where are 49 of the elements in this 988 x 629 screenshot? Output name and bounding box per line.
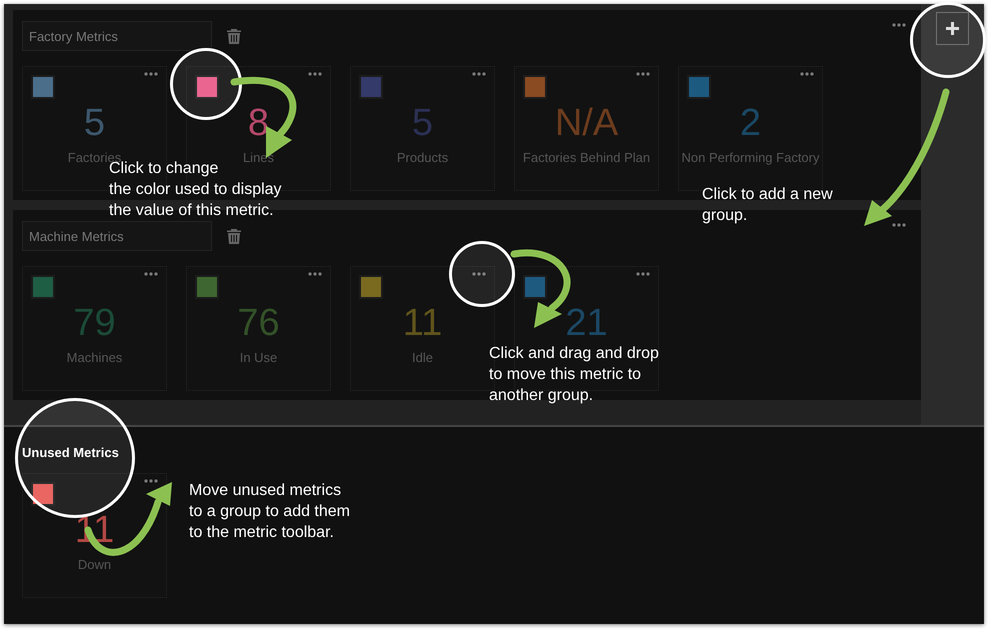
section-title: Unused Metrics (22, 445, 120, 460)
more-icon[interactable] (636, 72, 650, 76)
more-icon[interactable] (472, 272, 486, 276)
trash-icon[interactable] (227, 28, 241, 44)
color-swatch[interactable] (523, 75, 547, 99)
more-icon[interactable] (892, 223, 906, 227)
metric-value: 11 (402, 303, 444, 343)
metric-value: 8 (246, 103, 270, 143)
metric-value: 76 (236, 303, 281, 343)
metric-value: 2 (738, 103, 762, 143)
more-icon[interactable] (308, 72, 322, 76)
plus-icon (946, 22, 959, 35)
group-name-field[interactable]: Factory Metrics (22, 21, 212, 51)
add-group-button[interactable] (936, 12, 969, 45)
color-swatch[interactable] (195, 75, 219, 99)
color-swatch[interactable] (359, 275, 383, 299)
color-swatch[interactable] (523, 275, 547, 299)
callout-text: Move unused metrics to a group to add them to the metric toolbar. (189, 481, 350, 543)
metric-label: In Use (238, 350, 278, 365)
metric-value: N/A (554, 103, 620, 143)
metric-label: Lines (242, 150, 276, 165)
color-swatch[interactable] (31, 75, 55, 99)
more-icon[interactable] (636, 272, 650, 276)
color-swatch[interactable] (31, 482, 55, 506)
more-icon[interactable] (144, 72, 158, 76)
callout-text: Click to add a new group. (702, 185, 833, 226)
more-icon[interactable] (800, 72, 814, 76)
color-swatch[interactable] (195, 275, 219, 299)
metric-value: 5 (410, 103, 434, 143)
metric-label: Down (76, 557, 112, 572)
trash-icon[interactable] (227, 228, 241, 244)
more-icon[interactable] (472, 72, 486, 76)
metric-value: 21 (564, 303, 609, 343)
metric-label: Products (396, 150, 450, 165)
group-name-field[interactable]: Machine Metrics (22, 221, 212, 251)
more-icon[interactable] (144, 479, 158, 483)
more-icon[interactable] (144, 272, 158, 276)
color-swatch[interactable] (31, 275, 55, 299)
metric-value: 79 (72, 303, 117, 343)
color-swatch[interactable] (687, 75, 711, 99)
callout-text: Click and drag and drop to move this metric to another group. (489, 344, 659, 406)
more-icon[interactable] (308, 272, 322, 276)
metric-label: Factories Behind Plan (522, 150, 652, 165)
color-swatch[interactable] (359, 75, 383, 99)
metric-label: Machines (66, 350, 124, 365)
metric-value: 5 (82, 103, 106, 143)
more-icon[interactable] (892, 23, 906, 27)
metric-label: Idle (411, 350, 434, 365)
metric-label: Non Performing Factory (680, 150, 820, 165)
